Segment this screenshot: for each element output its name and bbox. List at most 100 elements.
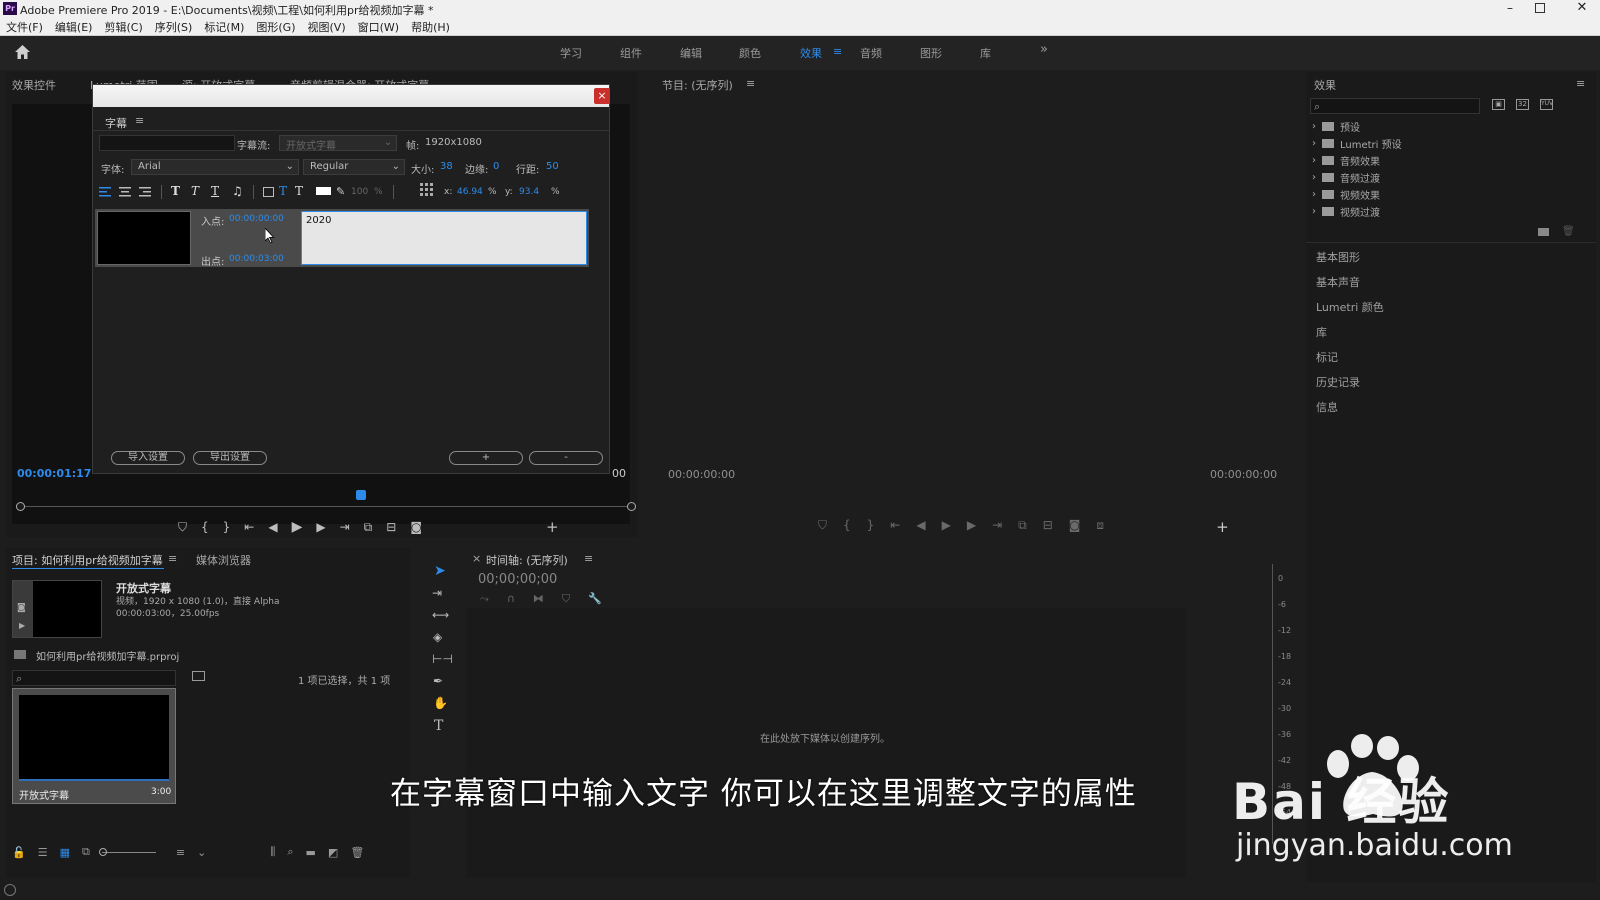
project-item-thumbnail[interactable]: 开放式字幕 3:00 — [12, 688, 176, 804]
export-settings-button[interactable]: 导出设置 — [193, 451, 267, 465]
step-forward-icon[interactable]: ▶ — [316, 520, 325, 534]
find-icon[interactable]: ⌕ — [287, 845, 293, 859]
color-swatch[interactable] — [316, 187, 331, 195]
find-icon[interactable] — [192, 671, 205, 681]
step-forward-icon[interactable]: ▶ — [967, 518, 976, 536]
import-settings-button[interactable]: 导入设置 — [111, 451, 185, 465]
tree-item-lumetri-presets[interactable]: › Lumetri 预设 — [1312, 135, 1402, 152]
bold-icon[interactable]: T — [171, 184, 180, 198]
source-playhead[interactable] — [356, 490, 366, 500]
workspace-tab-effects[interactable]: 效果 — [800, 45, 822, 61]
export-frame-icon[interactable]: ◙ — [410, 520, 422, 534]
panel-essential-graphics[interactable]: 基本图形 — [1316, 249, 1360, 265]
caption-text-field[interactable]: 2020 — [301, 211, 587, 265]
workspace-tab-assembly[interactable]: 组件 — [620, 45, 642, 61]
go-to-out-icon[interactable]: ⇥ — [992, 518, 1002, 536]
effects-search-input[interactable]: ⌕ — [1310, 98, 1480, 114]
timeline-close-icon[interactable]: × — [472, 552, 481, 565]
menu-graphics[interactable]: 图形(G) — [250, 18, 301, 36]
automate-icon[interactable]: ⫼ — [270, 845, 275, 859]
caption-search-input[interactable] — [99, 135, 235, 151]
add-marker-icon[interactable]: ⛉ — [178, 520, 187, 535]
mark-in-icon[interactable]: { — [201, 520, 209, 534]
list-view-icon[interactable]: ☰ — [38, 846, 48, 859]
track-select-tool-icon[interactable]: ⇥ — [432, 586, 450, 604]
remove-caption-button[interactable]: - — [529, 451, 603, 465]
nest-icon[interactable]: ⤳ — [480, 592, 489, 606]
workspace-tab-color[interactable]: 颜色 — [739, 45, 761, 61]
workspace-tab-learn[interactable]: 学习 — [560, 45, 582, 61]
razor-tool-icon[interactable]: ◈ — [433, 630, 451, 648]
tree-item-video-effects[interactable]: › 视频效果 — [1312, 186, 1380, 203]
menu-clip[interactable]: 剪辑(C) — [98, 18, 148, 36]
menu-sequence[interactable]: 序列(S) — [149, 18, 199, 36]
new-item-icon[interactable]: ◩ — [328, 846, 338, 859]
workspace-more-icon[interactable]: » — [1040, 42, 1048, 57]
sort-icon[interactable]: ≡ — [176, 846, 185, 859]
workspace-tab-graphics[interactable]: 图形 — [920, 45, 942, 61]
clip-preview-thumbnail[interactable]: ◙ ▶ — [12, 580, 102, 638]
program-menu-icon[interactable]: ≡ — [746, 77, 755, 90]
opacity-value[interactable]: 100 — [351, 187, 368, 197]
chevron-down-icon[interactable]: ⌄ — [197, 846, 206, 859]
linked-selection-icon[interactable]: ⧓ — [533, 592, 544, 606]
media-browser-tab[interactable]: 媒体浏览器 — [196, 552, 251, 568]
panel-essential-sound[interactable]: 基本声音 — [1316, 274, 1360, 290]
snap-icon[interactable]: ∩ — [507, 592, 515, 606]
restore-icon[interactable] — [1535, 3, 1545, 13]
size-value[interactable]: 38 — [440, 161, 453, 172]
accelerated-effects-icon[interactable]: ▣ — [1492, 99, 1505, 110]
new-bin-icon[interactable]: ▬ — [306, 846, 316, 859]
trash-icon[interactable]: 🗑 — [1562, 226, 1575, 237]
align-left-icon[interactable] — [99, 187, 111, 197]
stream-select[interactable]: 开放式字幕 ⌄ — [279, 135, 397, 152]
eyedropper-icon[interactable]: ✎ — [336, 185, 345, 198]
tree-item-audio-transitions[interactable]: › 音频过渡 — [1312, 169, 1380, 186]
play-icon[interactable]: ▶ — [942, 518, 951, 536]
trash-icon[interactable]: 🗑 — [350, 846, 364, 859]
edge-color-icon[interactable]: T — [295, 184, 303, 198]
extract-icon[interactable]: ⊟ — [1043, 518, 1053, 536]
wrench-icon[interactable]: 🔧 — [588, 592, 602, 606]
status-icon[interactable] — [4, 884, 16, 896]
mark-out-icon[interactable]: } — [867, 518, 875, 536]
project-menu-icon[interactable]: ≡ — [168, 552, 177, 565]
captions-menu-icon[interactable]: ≡ — [135, 114, 144, 127]
go-to-out-icon[interactable]: ⇥ — [340, 520, 350, 534]
add-marker-icon[interactable]: ⛉ — [562, 592, 570, 606]
menu-window[interactable]: 窗口(W) — [352, 18, 405, 36]
panel-libraries[interactable]: 库 — [1316, 324, 1327, 340]
minimize-icon[interactable]: – — [1500, 0, 1520, 18]
effects-panel-title[interactable]: 效果 — [1314, 77, 1336, 93]
menu-file[interactable]: 文件(F) — [0, 18, 49, 36]
tree-item-presets[interactable]: › 预设 — [1312, 118, 1360, 135]
go-to-in-icon[interactable]: ⇤ — [890, 518, 900, 536]
go-to-in-icon[interactable]: ⇤ — [244, 520, 254, 534]
project-tab[interactable]: 项目: 如何利用pr给视频加字幕 — [12, 552, 163, 568]
freeform-view-icon[interactable]: ⧉ — [82, 845, 90, 859]
selection-tool-icon[interactable]: ➤ — [434, 563, 452, 581]
scrubber-start-handle[interactable] — [16, 502, 25, 511]
background-color-icon[interactable] — [263, 187, 274, 197]
slip-tool-icon[interactable]: ⊢⊣ — [432, 652, 453, 670]
in-point-value[interactable]: 00:00:00:00 — [229, 214, 284, 224]
zoom-slider[interactable] — [98, 847, 156, 856]
ripple-edit-tool-icon[interactable]: ⟷ — [432, 608, 450, 626]
menu-help[interactable]: 帮助(H) — [405, 18, 456, 36]
panel-menu-icon[interactable]: ≡ — [1576, 77, 1585, 90]
dialog-titlebar[interactable] — [93, 85, 609, 107]
add-marker-icon[interactable]: ⛉ — [818, 518, 827, 536]
pen-tool-icon[interactable]: ✒ — [433, 674, 451, 692]
hand-tool-icon[interactable]: ✋ — [433, 696, 451, 714]
x-value[interactable]: 46.94 — [457, 187, 483, 197]
timeline-timecode[interactable]: 00;00;00;00 — [478, 572, 557, 587]
play-icon[interactable]: ▶ — [19, 621, 25, 630]
mark-in-icon[interactable]: { — [843, 518, 851, 536]
tab-effect-controls[interactable]: 效果控件 — [12, 77, 56, 93]
project-search-input[interactable]: ⌕ — [12, 670, 176, 686]
camera-icon[interactable]: ◙ — [17, 603, 26, 613]
menu-view[interactable]: 视图(V) — [302, 18, 352, 36]
panel-history[interactable]: 历史记录 — [1316, 374, 1360, 390]
tree-item-audio-effects[interactable]: › 音频效果 — [1312, 152, 1380, 169]
workspace-tab-editing[interactable]: 编辑 — [680, 45, 702, 61]
